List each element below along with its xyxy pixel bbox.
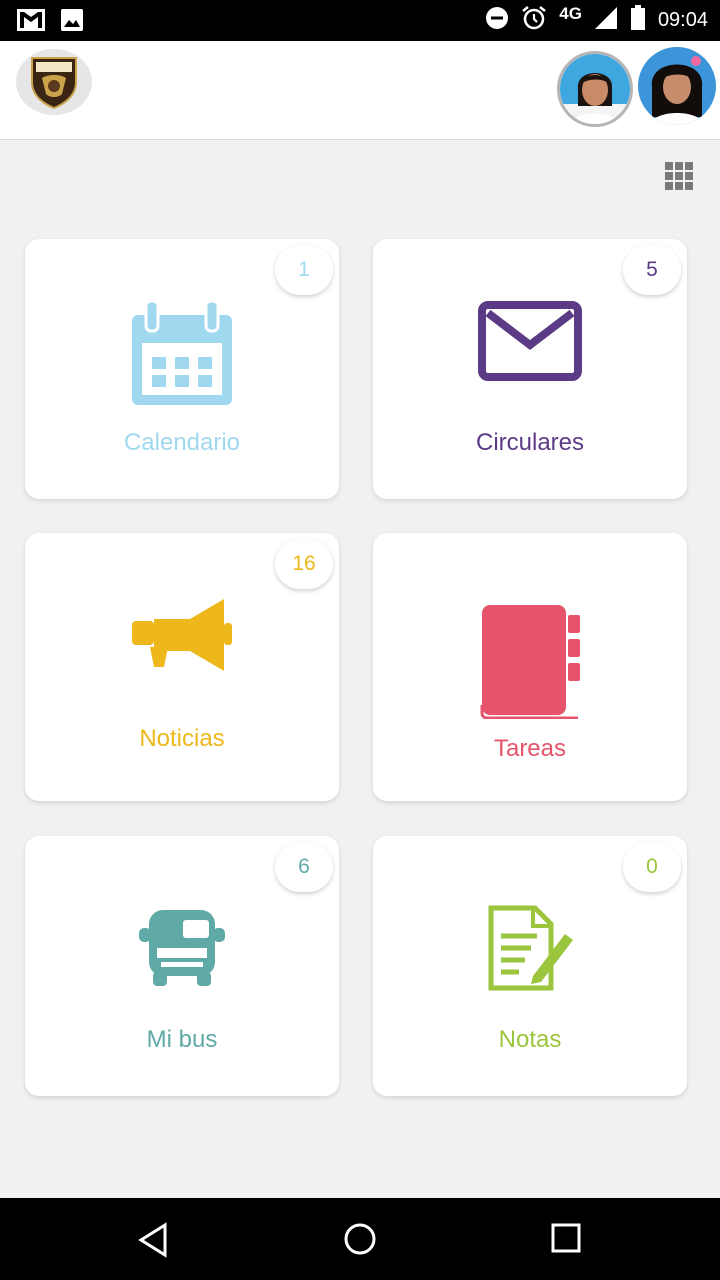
document-edit-icon xyxy=(485,904,575,999)
card-label: Notas xyxy=(498,1026,562,1053)
navigation-bar xyxy=(0,1198,720,1280)
card-label: Calendario xyxy=(123,429,241,456)
apps-grid-icon[interactable] xyxy=(663,160,695,192)
image-icon xyxy=(60,8,84,37)
count-badge: 16 xyxy=(275,539,333,589)
card-calendario[interactable]: 1 Calendario xyxy=(25,239,339,499)
back-icon[interactable] xyxy=(137,1222,169,1263)
school-crest-icon[interactable] xyxy=(16,49,92,115)
megaphone-icon xyxy=(130,595,234,680)
student-avatar-2[interactable] xyxy=(638,47,716,125)
home-icon[interactable] xyxy=(343,1222,377,1261)
calendar-icon xyxy=(130,299,234,412)
card-noticias[interactable]: 16 Noticias xyxy=(25,533,339,801)
card-label: Circulares xyxy=(475,429,585,456)
status-bar: 4G 09:04 xyxy=(0,0,720,41)
card-tareas[interactable]: Tareas xyxy=(373,533,687,801)
card-mi-bus[interactable]: 6 Mi bus xyxy=(25,836,339,1096)
network-type: 4G xyxy=(559,3,582,23)
battery-icon xyxy=(630,5,646,36)
recents-icon[interactable] xyxy=(551,1223,581,1258)
card-notas[interactable]: 0 Notas xyxy=(373,836,687,1096)
do-not-disturb-icon xyxy=(485,6,509,35)
count-badge: 6 xyxy=(275,842,333,892)
envelope-icon xyxy=(478,301,582,386)
count-badge: 1 xyxy=(275,245,333,295)
notebook-icon xyxy=(478,603,582,724)
app-header xyxy=(0,41,720,140)
signal-icon xyxy=(594,6,618,35)
student-avatar-1[interactable] xyxy=(557,51,633,127)
card-circulares[interactable]: 5 Circulares xyxy=(373,239,687,499)
alarm-icon xyxy=(521,5,547,36)
card-label: Mi bus xyxy=(146,1026,218,1053)
gmail-icon xyxy=(16,8,46,37)
count-badge: 0 xyxy=(623,842,681,892)
card-label: Tareas xyxy=(493,735,567,762)
card-label: Noticias xyxy=(139,725,225,752)
clock: 09:04 xyxy=(657,9,708,31)
bus-icon xyxy=(137,908,227,993)
count-badge: 5 xyxy=(623,245,681,295)
